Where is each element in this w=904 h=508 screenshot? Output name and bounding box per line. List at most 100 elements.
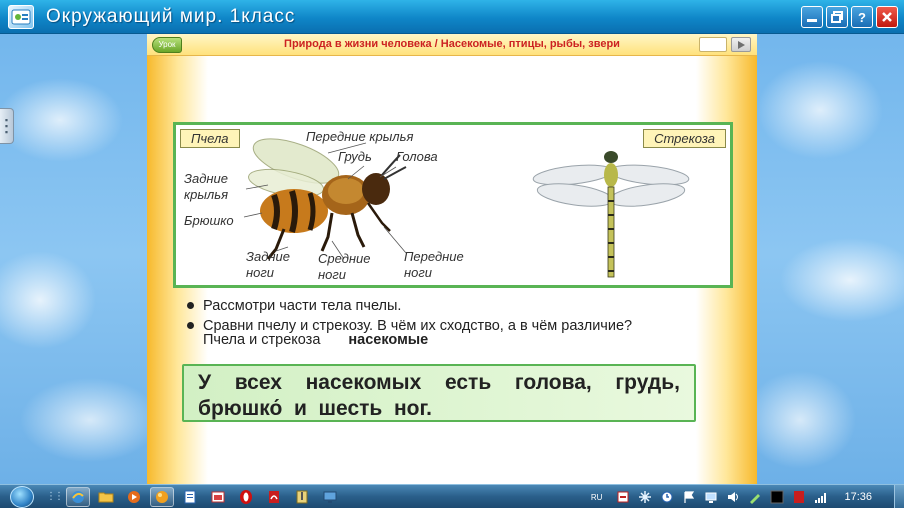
pen-icon xyxy=(750,494,761,504)
volume-button[interactable] xyxy=(724,489,742,505)
monitor-icon xyxy=(323,491,337,503)
taskbar-folder-button[interactable] xyxy=(94,487,118,507)
taskbar-opera-button[interactable] xyxy=(234,487,258,507)
label-front-legs-line2: ноги xyxy=(404,265,433,280)
tray-item[interactable] xyxy=(812,489,830,505)
minimize-button[interactable] xyxy=(801,6,823,28)
close-button[interactable] xyxy=(876,6,898,28)
antivirus-icon xyxy=(617,491,629,503)
rule-word: есть xyxy=(444,371,492,394)
answer-prefix: Пчела и стрекоза xyxy=(203,332,321,348)
speaker-icon xyxy=(728,492,739,502)
window-title-bar[interactable]: Окружающий мир. 1класс ? xyxy=(0,0,904,34)
tray-item[interactable] xyxy=(702,489,720,505)
app-icon xyxy=(8,4,34,29)
minimize-icon xyxy=(807,19,817,22)
rule-line-1: У всех насекомых есть голова, грудь, xyxy=(198,370,680,396)
tray-item[interactable] xyxy=(614,489,632,505)
page-number-field[interactable] xyxy=(699,37,727,52)
app-orb-icon xyxy=(156,490,168,503)
tray-item[interactable] xyxy=(658,489,676,505)
window-title: Окружающий мир. 1класс xyxy=(46,5,296,27)
archive-icon xyxy=(296,490,308,503)
show-desktop-button[interactable] xyxy=(894,485,904,508)
label-hind-wings-line1: Задние xyxy=(184,171,229,186)
update-icon xyxy=(661,491,673,503)
restore-button[interactable] xyxy=(826,6,848,28)
label-hind-legs-line1: Задние xyxy=(246,249,291,264)
lesson-panel: Урок Природа в жизни человека / Насекомы… xyxy=(147,34,757,484)
folder-icon xyxy=(98,492,114,502)
restore-icon xyxy=(831,11,843,23)
tray-item[interactable] xyxy=(636,489,654,505)
play-arrow-icon xyxy=(738,40,745,49)
rule-box: У всех насекомых есть голова, грудь, брю… xyxy=(182,364,696,422)
language-indicator[interactable]: RU xyxy=(591,493,603,502)
task-item: Рассмотри части тела пчелы. xyxy=(183,296,723,316)
taskbar-document-button[interactable] xyxy=(178,487,202,507)
label-hind-wings-line2: крылья xyxy=(184,187,229,202)
tray-item[interactable] xyxy=(746,489,764,505)
tray-item[interactable] xyxy=(768,489,786,505)
clock[interactable]: 17:36 xyxy=(844,491,872,503)
taskbar-app-button[interactable] xyxy=(150,486,174,507)
network-icon xyxy=(705,492,717,503)
label-chest: Грудь xyxy=(338,149,372,164)
pdf-tray-icon xyxy=(794,491,805,503)
taskbar-pdf-button[interactable] xyxy=(262,487,286,507)
answer-word[interactable]: насекомые xyxy=(348,332,428,348)
opera-icon xyxy=(240,489,252,504)
rule-word: У xyxy=(198,371,212,394)
system-tray: RU 17:36 xyxy=(591,485,904,508)
grip-icon: ▪ ▪ ▪ xyxy=(4,115,9,137)
rule-word: голова, xyxy=(514,371,592,394)
lesson-title: Природа в жизни человека / Насекомые, пт… xyxy=(284,38,620,50)
rule-line-2: брюшко́ и шесть ног. xyxy=(198,397,432,420)
taskbar-media-button[interactable] xyxy=(122,487,146,507)
taskbar-browser-button[interactable] xyxy=(66,486,90,507)
label-front-legs-line1: Передние xyxy=(404,249,464,264)
label-abdomen: Брюшко xyxy=(184,213,234,228)
rule-word: насекомых xyxy=(305,371,422,394)
flag-icon xyxy=(684,491,695,503)
next-page-button[interactable] xyxy=(731,37,751,52)
taskbar-image-button[interactable] xyxy=(206,487,230,507)
taskbar-grip-icon[interactable]: ⋮⋮ xyxy=(46,491,64,502)
label-hind-legs: Задние ноги xyxy=(246,249,290,281)
task-list: Рассмотри части тела пчелы. Сравни пчелу… xyxy=(183,296,723,336)
label-front-legs: Передние ноги xyxy=(404,249,464,281)
label-hind-wings: Задние крылья xyxy=(184,171,228,203)
document-icon xyxy=(184,490,196,503)
browser-icon xyxy=(72,490,84,503)
label-middle-legs-line2: ноги xyxy=(318,267,347,282)
tray-item[interactable] xyxy=(790,489,808,505)
rule-word: всех xyxy=(234,371,282,394)
taskbar-settings-button[interactable] xyxy=(318,487,342,507)
insect-illustration: Пчела Стрекоза Передние крылья Грудь Гол… xyxy=(173,122,733,288)
pdf-icon xyxy=(269,490,279,503)
lesson-header: Урок Природа в жизни человека / Насекомы… xyxy=(147,34,757,56)
dragonfly-image xyxy=(532,151,690,278)
signal-icon xyxy=(815,493,827,503)
question-mark-icon: ? xyxy=(858,10,866,24)
label-middle-legs-line1: Средние xyxy=(318,251,371,266)
tray-item[interactable] xyxy=(680,489,698,505)
start-button[interactable] xyxy=(10,485,34,508)
label-middle-legs: Средние ноги xyxy=(318,251,371,283)
image-viewer-icon xyxy=(211,491,225,502)
label-head: Голова xyxy=(396,149,438,164)
side-panel-handle[interactable]: ▪ ▪ ▪ xyxy=(0,108,14,144)
label-hind-legs-line2: ноги xyxy=(246,265,275,280)
taskbar-archive-button[interactable] xyxy=(290,487,314,507)
taskbar: ⋮⋮ RU 17:36 xyxy=(0,484,904,508)
bee-tag: Пчела xyxy=(180,129,240,148)
label-front-wings: Передние крылья xyxy=(306,129,414,144)
help-button[interactable]: ? xyxy=(851,6,873,28)
snowflake-icon xyxy=(639,491,652,503)
close-icon xyxy=(882,12,892,22)
svg-text:?: ? xyxy=(858,10,866,24)
media-player-icon xyxy=(128,490,140,503)
answer-line: Пчела и стрекоза насекомые xyxy=(203,332,428,348)
black-square-icon xyxy=(770,490,784,504)
rule-word: грудь, xyxy=(615,371,680,394)
